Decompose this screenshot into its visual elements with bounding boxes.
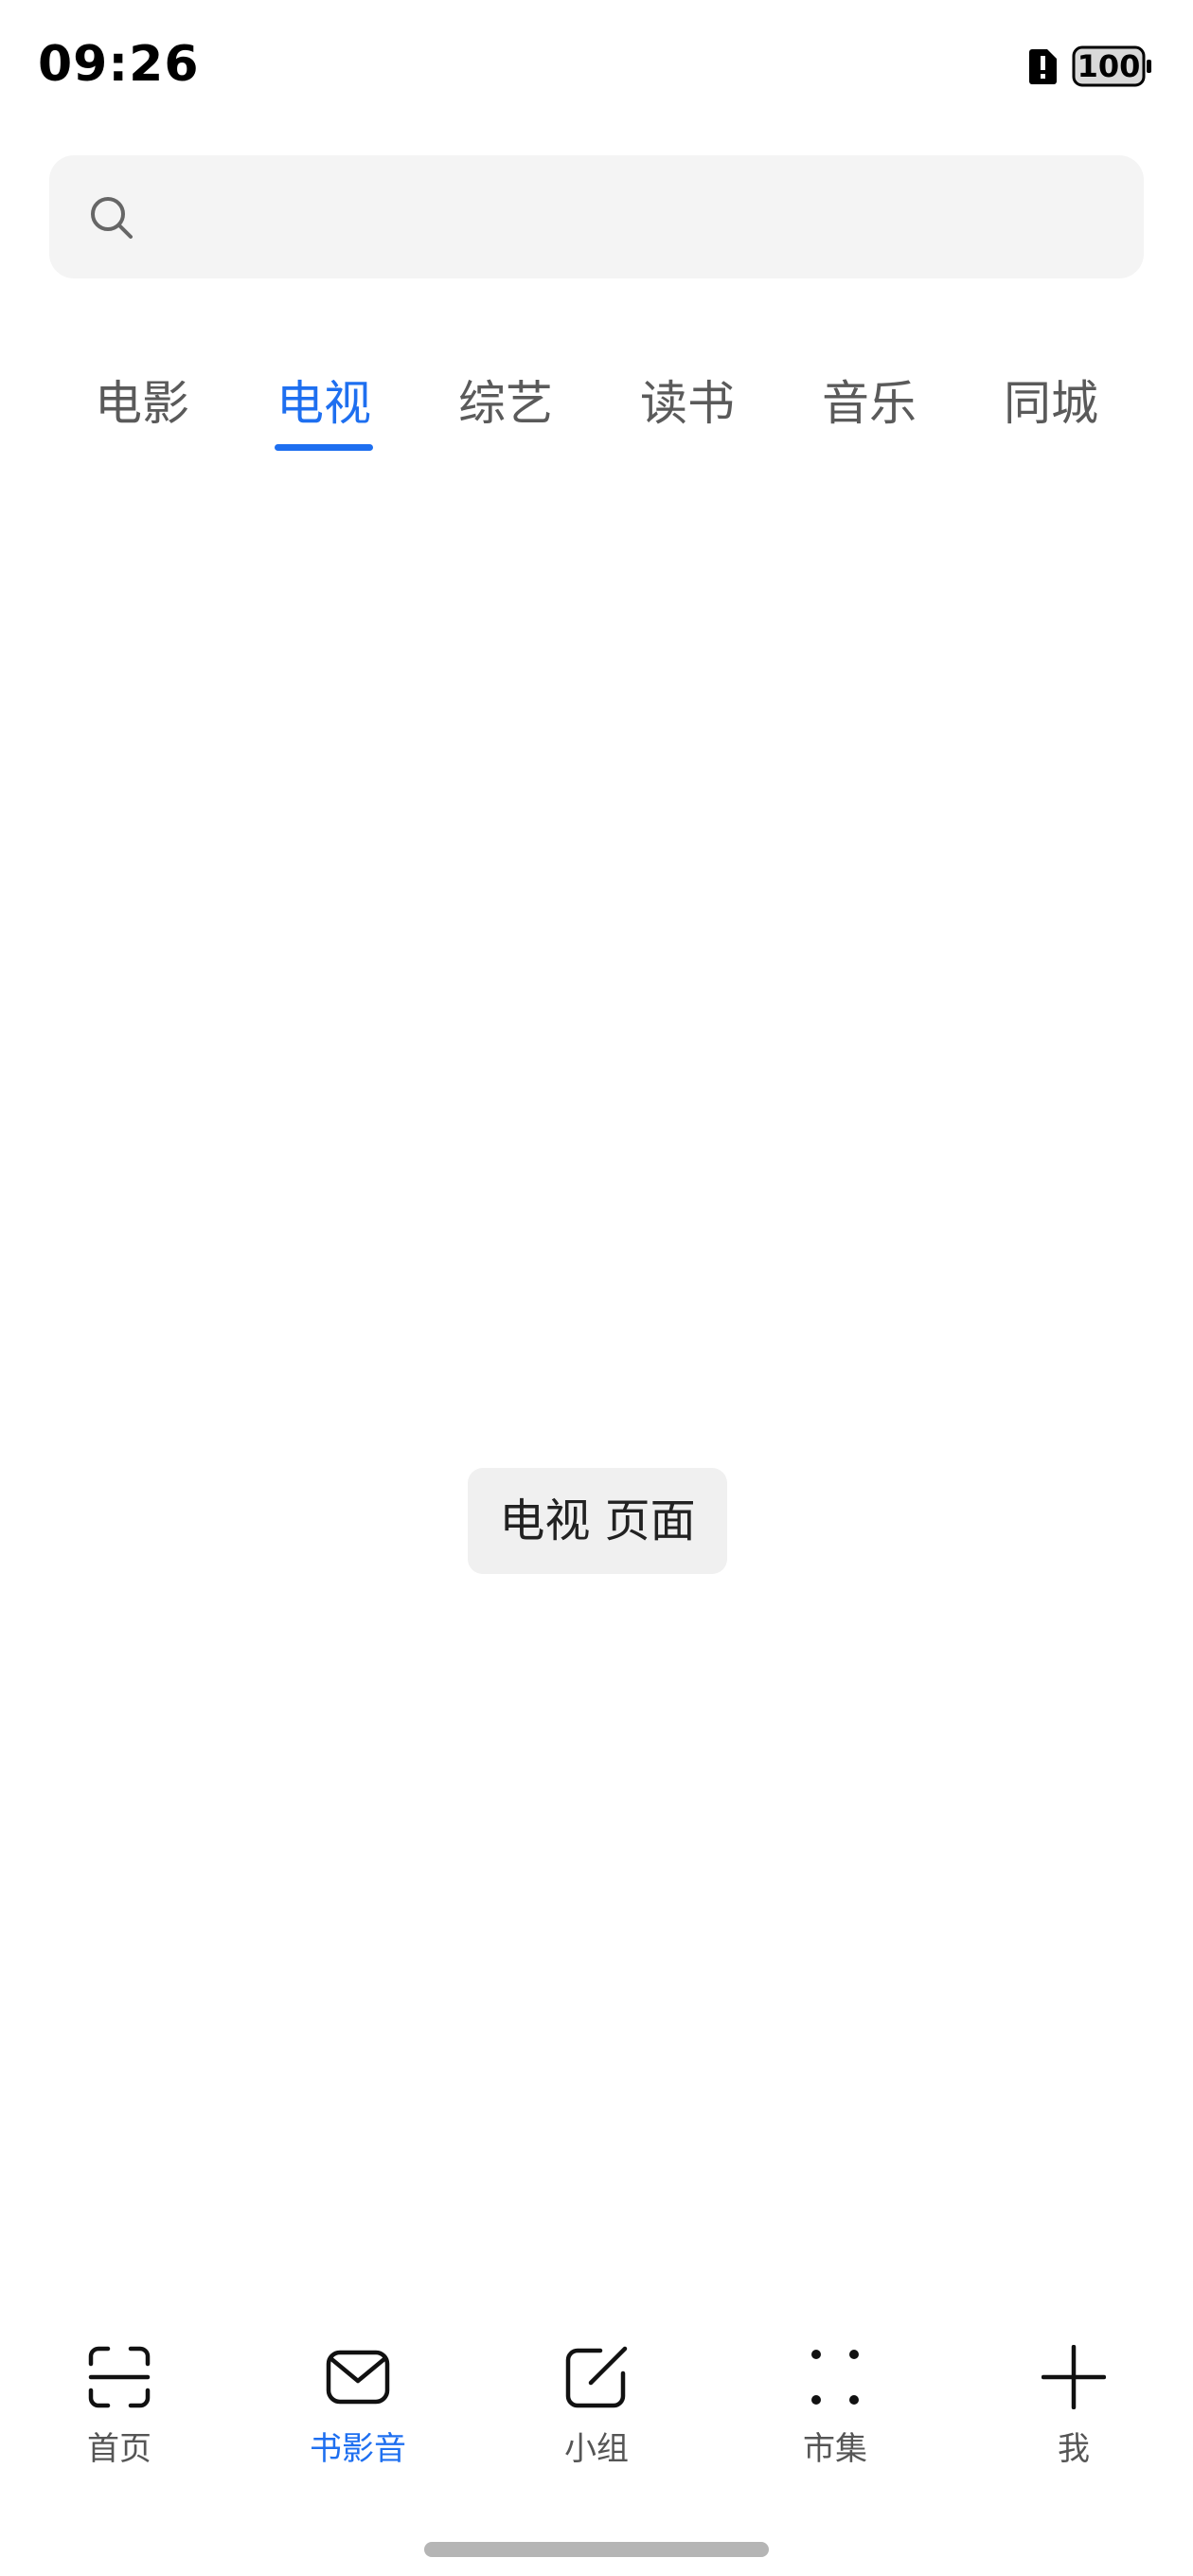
mail-icon bbox=[326, 2350, 390, 2405]
edit-icon bbox=[565, 2346, 628, 2408]
tab-music[interactable]: 音乐 bbox=[793, 360, 945, 455]
bottom-nav: 首页 书影音 小组 市集 我 bbox=[0, 2330, 1193, 2500]
category-tabs: 电影 电视 综艺 读书 音乐 同城 bbox=[0, 360, 1193, 455]
status-bar: 09:26 100 bbox=[0, 0, 1193, 133]
tab-label: 同城 bbox=[1004, 376, 1098, 431]
scan-icon bbox=[88, 2346, 151, 2408]
nav-label: 书影音 bbox=[310, 2430, 406, 2468]
tab-label: 综艺 bbox=[458, 376, 553, 431]
tab-label: 电视 bbox=[276, 376, 371, 431]
nav-label: 市集 bbox=[803, 2430, 867, 2468]
home-indicator[interactable] bbox=[424, 2542, 769, 2557]
battery-icon: 100 bbox=[1072, 45, 1153, 87]
nav-media[interactable]: 书影音 bbox=[263, 2330, 453, 2500]
dots-grid-icon bbox=[811, 2350, 859, 2405]
page-placeholder: 电视 页面 bbox=[468, 1468, 727, 1574]
nav-market[interactable]: 市集 bbox=[740, 2330, 930, 2500]
active-tab-indicator bbox=[275, 444, 373, 451]
status-time: 09:26 bbox=[38, 36, 200, 93]
sim-alert-icon bbox=[1029, 49, 1057, 84]
nav-label: 小组 bbox=[564, 2430, 629, 2468]
nav-label: 我 bbox=[1058, 2430, 1090, 2468]
battery-level: 100 bbox=[1077, 48, 1141, 84]
tab-variety[interactable]: 综艺 bbox=[430, 360, 581, 455]
search-icon bbox=[91, 197, 133, 239]
screen: 09:26 100 电影 电视 综艺 读书 音乐 同城 电视 页面 首页 书影音… bbox=[0, 0, 1193, 2576]
tab-movie[interactable]: 电影 bbox=[66, 360, 218, 455]
nav-label: 首页 bbox=[87, 2430, 151, 2468]
plus-icon bbox=[1042, 2345, 1106, 2409]
tab-local[interactable]: 同城 bbox=[975, 360, 1127, 455]
tab-label: 音乐 bbox=[822, 376, 917, 431]
search-input[interactable] bbox=[163, 184, 1113, 252]
nav-groups[interactable]: 小组 bbox=[502, 2330, 691, 2500]
tab-tv[interactable]: 电视 bbox=[248, 360, 400, 455]
tab-label: 电影 bbox=[95, 376, 189, 431]
tab-books[interactable]: 读书 bbox=[612, 360, 763, 455]
tab-label: 读书 bbox=[640, 376, 735, 431]
nav-home[interactable]: 首页 bbox=[25, 2330, 214, 2500]
nav-me[interactable]: 我 bbox=[979, 2330, 1168, 2500]
search-bar[interactable] bbox=[49, 155, 1144, 278]
